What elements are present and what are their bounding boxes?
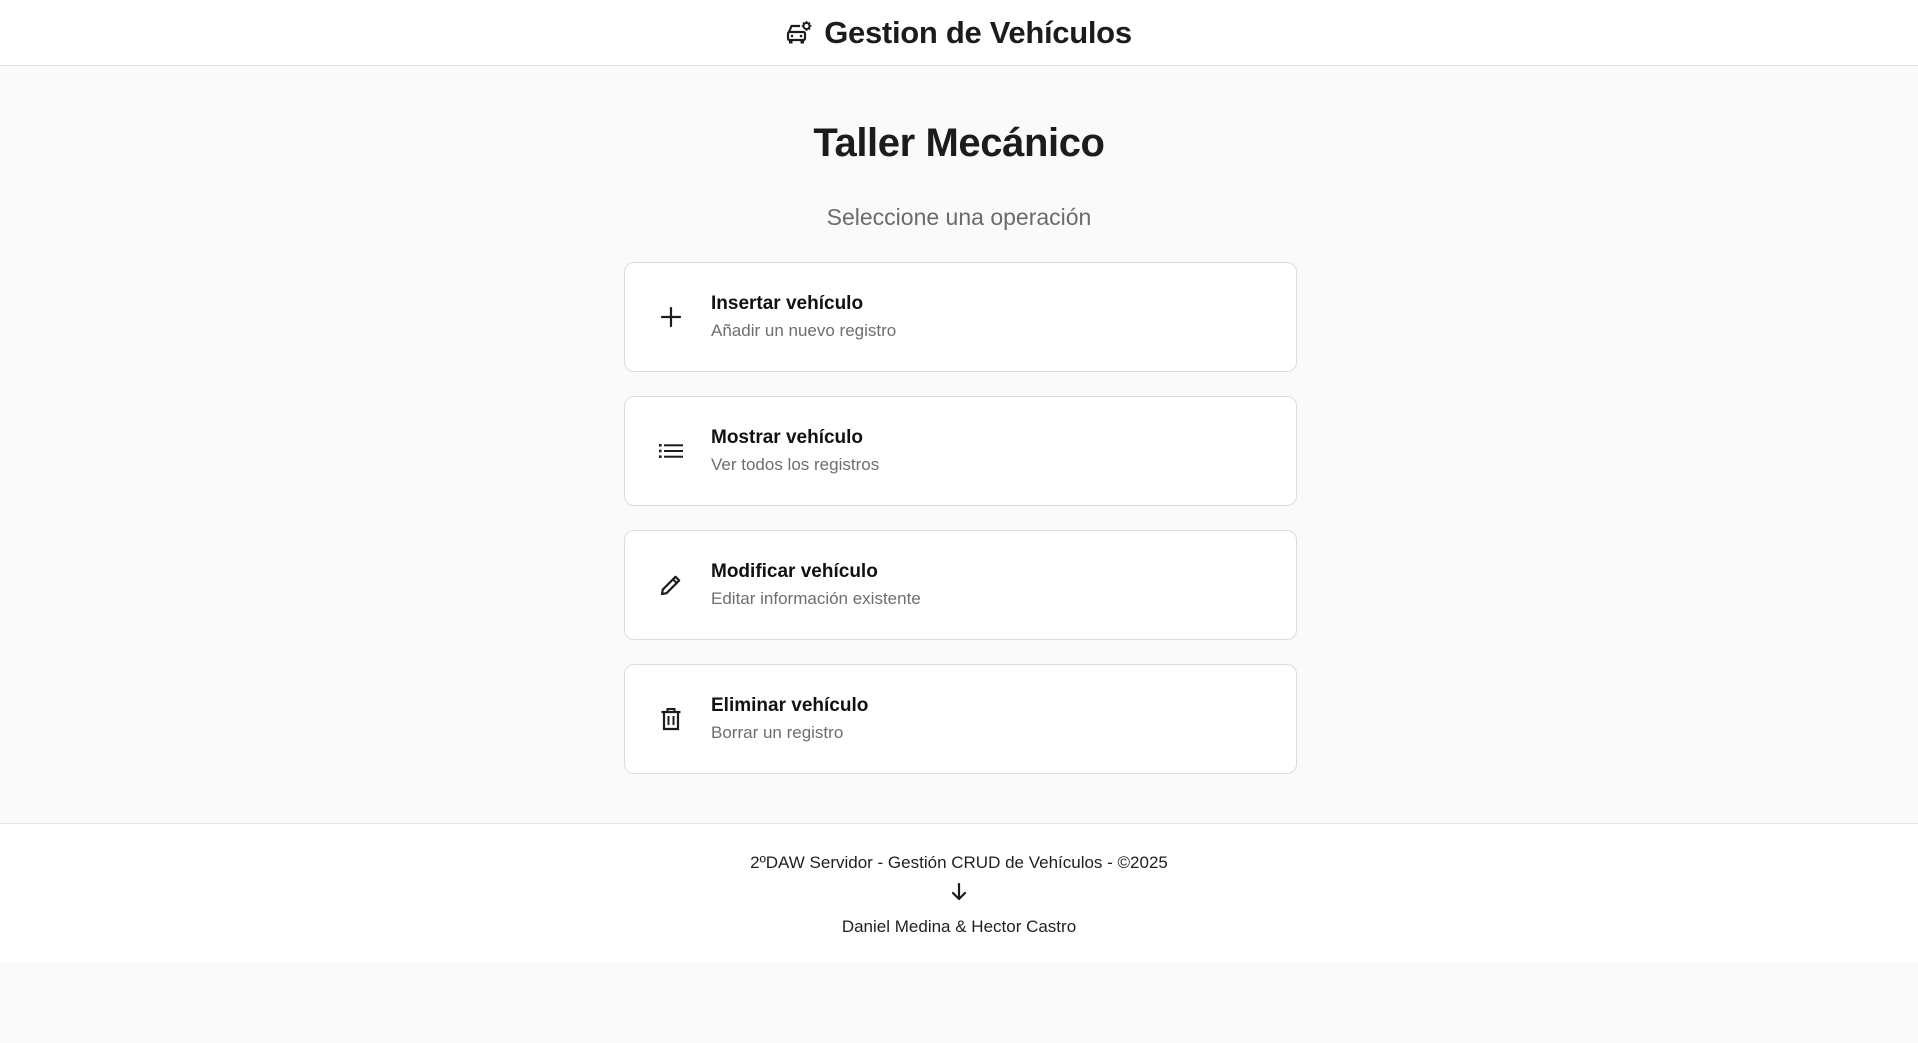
arrow-down-icon [950,882,968,902]
page-bottom [0,963,1918,1043]
page-title: Taller Mecánico [813,121,1105,165]
car-repair-icon [786,20,812,46]
footer-course-text: 2ºDAW Servidor - Gestión CRUD de Vehícul… [750,853,1168,872]
app-title: Gestion de Vehículos [824,14,1132,50]
list-icon [625,397,711,505]
main-content: Taller Mecánico Seleccione una operación… [0,67,1918,824]
card-description: Añadir un nuevo registro [711,321,897,340]
delete-vehicle-card[interactable]: Eliminar vehículo Borrar un registro [624,664,1297,774]
brand[interactable]: Gestion de Vehículos [786,15,1132,51]
footer: 2ºDAW Servidor - Gestión CRUD de Vehícul… [0,823,1918,963]
operations-list: Insertar vehículo Añadir un nuevo regist… [624,262,1297,798]
insert-vehicle-card[interactable]: Insertar vehículo Añadir un nuevo regist… [624,262,1297,372]
plus-icon [625,263,711,371]
card-description: Editar información existente [711,589,921,608]
trash-icon [625,665,711,773]
pencil-icon [625,531,711,639]
show-vehicle-card[interactable]: Mostrar vehículo Ver todos los registros [624,396,1297,506]
card-description: Ver todos los registros [711,455,880,474]
card-title: Eliminar vehículo [711,695,869,716]
modify-vehicle-card[interactable]: Modificar vehículo Editar información ex… [624,530,1297,640]
card-title: Insertar vehículo [711,293,864,314]
card-title: Mostrar vehículo [711,427,864,448]
card-title: Modificar vehículo [711,561,878,582]
card-description: Borrar un registro [711,723,844,742]
footer-authors: Daniel Medina & Hector Castro [841,917,1077,936]
page-subtitle: Seleccione una operación [826,204,1092,230]
top-bar: Gestion de Vehículos [0,0,1918,66]
